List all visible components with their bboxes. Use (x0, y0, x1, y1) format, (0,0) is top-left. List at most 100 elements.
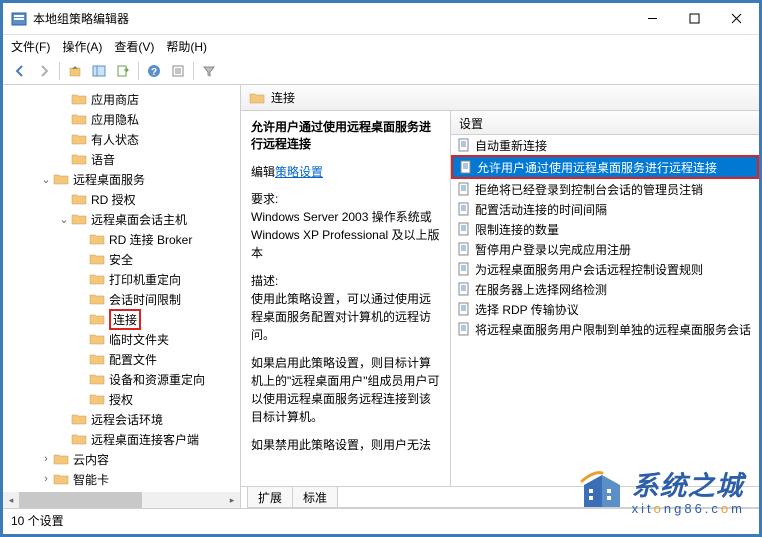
policy-icon (457, 302, 471, 316)
tree-node[interactable]: ›智能卡 (3, 469, 240, 489)
tree-node[interactable]: 打印机重定向 (3, 269, 240, 289)
up-button[interactable] (64, 60, 86, 82)
tree-label: 有人状态 (91, 131, 139, 148)
setting-label: 选择 RDP 传输协议 (475, 301, 579, 318)
tree-label: 远程桌面服务 (73, 171, 145, 188)
help-button[interactable]: ? (143, 60, 165, 82)
tree-node[interactable]: 设备和资源重定向 (3, 369, 240, 389)
tab-standard[interactable]: 标准 (292, 487, 338, 508)
tree-node[interactable]: 应用商店 (3, 89, 240, 109)
tree-node[interactable]: ⌄远程桌面会话主机 (3, 209, 240, 229)
right-panel: 连接 允许用户通过使用远程桌面服务进行远程连接 编辑策略设置 要求: Windo… (241, 85, 759, 508)
content: 应用商店应用隐私有人状态语音 ⌄ 远程桌面服务RD 授权⌄远程桌面会话主机 RD 连接… (3, 85, 759, 508)
setting-item[interactable]: 限制连接的数量 (451, 219, 759, 239)
policy-icon (457, 282, 471, 296)
tree-node[interactable]: 语音 (3, 149, 240, 169)
chevron-right-icon[interactable]: › (39, 453, 53, 465)
tree-label: 打印机重定向 (109, 271, 181, 288)
tree-node[interactable]: ›云内容 (3, 449, 240, 469)
close-button[interactable] (729, 12, 743, 26)
description-p1: 使用此策略设置，可以通过使用远程桌面服务配置对计算机的远程访问。 (251, 290, 440, 344)
setting-label: 允许用户通过使用远程桌面服务进行远程连接 (477, 159, 717, 176)
edit-policy-link[interactable]: 策略设置 (275, 165, 323, 179)
tree-node[interactable]: RD 连接 Broker (3, 229, 240, 249)
setting-item[interactable]: 自动重新连接 (451, 135, 759, 155)
tree-label: 临时文件夹 (109, 331, 169, 348)
export-button[interactable] (112, 60, 134, 82)
policy-icon (457, 322, 471, 336)
tree-label: 授权 (109, 391, 133, 408)
setting-label: 自动重新连接 (475, 137, 547, 154)
description-p2: 如果启用此策略设置，则目标计算机上的"远程桌面用户"组成员用户可以使用远程桌面服… (251, 354, 440, 426)
description-panel: 允许用户通过使用远程桌面服务进行远程连接 编辑策略设置 要求: Windows … (241, 111, 451, 486)
policy-icon (457, 262, 471, 276)
requirements-text: Windows Server 2003 操作系统或 Windows XP Pro… (251, 208, 440, 262)
tree-node[interactable]: RD 授权 (3, 189, 240, 209)
tree-label: 远程桌面连接客户端 (91, 431, 199, 448)
show-hide-tree-button[interactable] (88, 60, 110, 82)
menu-action[interactable]: 操作(A) (62, 38, 102, 55)
description-label: 描述: (251, 272, 440, 290)
chevron-down-icon[interactable]: ⌄ (57, 213, 71, 226)
folder-icon (249, 91, 265, 105)
tree-node[interactable]: 会话时间限制 (3, 289, 240, 309)
tree-node[interactable]: 临时文件夹 (3, 329, 240, 349)
titlebar: 本地组策略编辑器 (3, 3, 759, 35)
setting-item[interactable]: 拒绝将已经登录到控制台会话的管理员注销 (451, 179, 759, 199)
tree-label: 会话时间限制 (109, 291, 181, 308)
setting-label: 为远程桌面服务用户会话远程控制设置规则 (475, 261, 703, 278)
window-title: 本地组策略编辑器 (33, 10, 645, 27)
scroll-right-button[interactable]: ▸ (224, 492, 240, 508)
tree-label: 远程会话环境 (91, 411, 163, 428)
setting-label: 配置活动连接的时间间隔 (475, 201, 607, 218)
tree-node[interactable]: 远程会话环境 (3, 409, 240, 429)
view-tabs: 扩展 标准 (241, 486, 759, 508)
menu-file[interactable]: 文件(F) (11, 38, 50, 55)
tree-node[interactable]: 连接 (3, 309, 240, 329)
scroll-left-button[interactable]: ◂ (3, 492, 19, 508)
tree-label: 配置文件 (109, 351, 157, 368)
settings-panel: 设置 自动重新连接允许用户通过使用远程桌面服务进行远程连接拒绝将已经登录到控制台… (451, 111, 759, 486)
setting-item[interactable]: 选择 RDP 传输协议 (451, 299, 759, 319)
setting-item[interactable]: 为远程桌面服务用户会话远程控制设置规则 (451, 259, 759, 279)
policy-icon (459, 160, 473, 174)
tree-label: 应用商店 (91, 91, 139, 108)
tree-node[interactable]: ⌄ 远程桌面服务 (3, 169, 240, 189)
setting-label: 将远程桌面服务用户限制到单独的远程桌面服务会话 (475, 321, 751, 338)
filter-button[interactable] (198, 60, 220, 82)
app-icon (11, 11, 27, 27)
chevron-down-icon[interactable]: ⌄ (39, 173, 53, 186)
back-button[interactable] (9, 60, 31, 82)
status-text: 10 个设置 (11, 514, 64, 528)
tree-panel: 应用商店应用隐私有人状态语音 ⌄ 远程桌面服务RD 授权⌄远程桌面会话主机 RD 连接… (3, 85, 241, 508)
policy-icon (457, 202, 471, 216)
menu-view[interactable]: 查看(V) (114, 38, 154, 55)
setting-item[interactable]: 在服务器上选择网络检测 (451, 279, 759, 299)
description-p3: 如果禁用此策略设置，则用户无法 (251, 436, 440, 454)
maximize-button[interactable] (687, 12, 701, 26)
setting-label: 拒绝将已经登录到控制台会话的管理员注销 (475, 181, 703, 198)
tree-node[interactable]: 安全 (3, 249, 240, 269)
tree-node[interactable]: 配置文件 (3, 349, 240, 369)
chevron-right-icon[interactable]: › (39, 473, 53, 485)
properties-button[interactable] (167, 60, 189, 82)
tab-extended[interactable]: 扩展 (247, 487, 293, 508)
menu-help[interactable]: 帮助(H) (166, 38, 207, 55)
setting-item[interactable]: 暂停用户登录以完成应用注册 (451, 239, 759, 259)
tree-node[interactable]: 应用隐私 (3, 109, 240, 129)
tree-scrollbar-horizontal[interactable]: ◂ ▸ (3, 492, 240, 508)
policy-icon (457, 138, 471, 152)
tree-label: RD 连接 Broker (109, 231, 192, 248)
forward-button[interactable] (33, 60, 55, 82)
settings-column-header[interactable]: 设置 (451, 111, 759, 135)
setting-item[interactable]: 将远程桌面服务用户限制到单独的远程桌面服务会话 (451, 319, 759, 339)
setting-label: 暂停用户登录以完成应用注册 (475, 241, 631, 258)
tree-node[interactable]: 远程桌面连接客户端 (3, 429, 240, 449)
policy-icon (457, 242, 471, 256)
tree-node[interactable]: 有人状态 (3, 129, 240, 149)
tree-label: 连接 (109, 309, 141, 330)
minimize-button[interactable] (645, 12, 659, 26)
tree-node[interactable]: 授权 (3, 389, 240, 409)
setting-item[interactable]: 允许用户通过使用远程桌面服务进行远程连接 (451, 155, 759, 179)
setting-item[interactable]: 配置活动连接的时间间隔 (451, 199, 759, 219)
